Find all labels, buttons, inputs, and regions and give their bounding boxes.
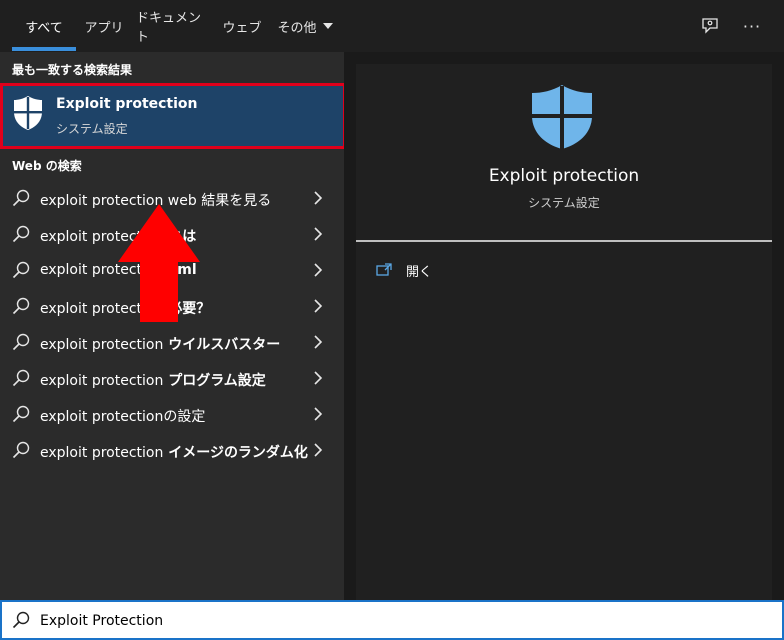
chevron-down-icon bbox=[322, 23, 333, 29]
tab-web-label: ウェブ bbox=[222, 20, 262, 36]
chevron-right-icon bbox=[314, 227, 323, 241]
tab-apps-label: アプリ bbox=[84, 20, 124, 36]
chevron-right-icon bbox=[314, 191, 323, 205]
web-result-text: exploit protection プログラム設定 bbox=[40, 370, 266, 390]
web-result-row[interactable]: exploit protection イメージのランダム化 bbox=[0, 432, 344, 468]
best-match-result[interactable]: Exploit protection システム設定 bbox=[0, 83, 346, 149]
tab-documents[interactable]: ドキュメント bbox=[136, 0, 210, 52]
chevron-right-icon bbox=[314, 407, 323, 421]
web-result-row[interactable]: exploit protection ウイルスバスター bbox=[0, 324, 344, 360]
web-result-suffix: の設定 bbox=[163, 409, 206, 425]
chevron-right-icon bbox=[314, 443, 323, 457]
web-result-suffix: イメージのランダム化 bbox=[163, 445, 308, 461]
best-match-title: Exploit protection bbox=[56, 96, 198, 112]
web-result-text: exploit protectionの設定 bbox=[40, 406, 205, 426]
chevron-right-icon bbox=[314, 299, 323, 313]
preview-divider bbox=[356, 240, 772, 242]
search-icon bbox=[12, 189, 30, 207]
web-result-row[interactable]: exploit protectionの設定 bbox=[0, 396, 344, 432]
feedback-button[interactable] bbox=[698, 14, 722, 38]
web-result-query: exploit protection bbox=[40, 373, 164, 389]
web-result-suffix: プログラム設定 bbox=[163, 373, 266, 389]
search-icon bbox=[12, 441, 30, 459]
open-label: 開く bbox=[406, 264, 433, 280]
web-result-query: exploit protection bbox=[40, 445, 164, 461]
web-search-heading: Web の検索 bbox=[12, 159, 82, 173]
chevron-right-icon bbox=[314, 263, 323, 277]
search-icon bbox=[12, 611, 30, 629]
open-icon bbox=[376, 263, 392, 276]
search-icon bbox=[12, 225, 30, 243]
open-action[interactable]: 開く bbox=[376, 258, 432, 282]
tab-documents-label: ドキュメント bbox=[136, 11, 202, 45]
chevron-right-icon bbox=[314, 371, 323, 385]
more-options-button[interactable]: ··· bbox=[740, 14, 764, 38]
top-tab-bar: すべて アプリ ドキュメント ウェブ その他 ··· bbox=[0, 0, 784, 52]
search-icon bbox=[12, 261, 30, 279]
shield-icon bbox=[14, 96, 42, 130]
search-icon bbox=[12, 369, 30, 387]
results-panel: 最も一致する検索結果 Exploit protection システム設定 Web… bbox=[0, 52, 346, 600]
search-bar bbox=[0, 600, 784, 640]
chevron-right-icon bbox=[314, 335, 323, 349]
tab-web[interactable]: ウェブ bbox=[220, 0, 264, 52]
more-icon: ··· bbox=[742, 16, 762, 36]
web-result-text: exploit protection イメージのランダム化 bbox=[40, 442, 308, 462]
shield-icon bbox=[532, 85, 592, 149]
web-result-query: exploit protection bbox=[40, 337, 164, 353]
tab-more-label: その他 bbox=[277, 20, 317, 36]
feedback-icon bbox=[702, 18, 718, 34]
search-input[interactable] bbox=[40, 609, 740, 633]
tab-all[interactable]: すべて bbox=[12, 0, 76, 52]
tab-more-dropdown[interactable]: その他 bbox=[274, 0, 336, 52]
search-icon bbox=[12, 297, 30, 315]
best-match-subtitle: システム設定 bbox=[56, 122, 128, 136]
red-arrow-annotation bbox=[118, 204, 200, 322]
preview-title: Exploit protection bbox=[488, 166, 640, 186]
search-icon bbox=[12, 333, 30, 351]
preview-subtitle: システム設定 bbox=[528, 196, 600, 210]
search-icon bbox=[12, 405, 30, 423]
active-tab-indicator bbox=[12, 47, 76, 51]
tab-apps[interactable]: アプリ bbox=[82, 0, 126, 52]
web-result-query: exploit protection bbox=[40, 409, 164, 425]
tab-all-label: すべて bbox=[25, 20, 63, 36]
web-result-row[interactable]: exploit protection プログラム設定 bbox=[0, 360, 344, 396]
web-result-text: exploit protection ウイルスバスター bbox=[40, 334, 280, 354]
web-result-suffix: ウイルスバスター bbox=[163, 337, 281, 353]
best-match-heading: 最も一致する検索結果 bbox=[12, 63, 133, 77]
preview-pane: Exploit protection システム設定 開く bbox=[356, 64, 772, 600]
